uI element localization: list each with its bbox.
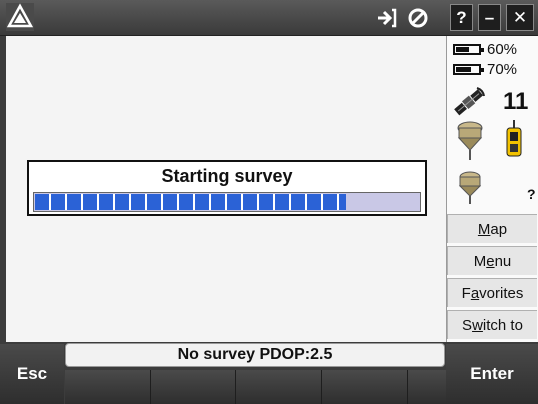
go-to-icon[interactable] — [372, 4, 402, 31]
softkey-2[interactable] — [149, 370, 236, 404]
map-button[interactable]: Map — [447, 214, 537, 243]
gnss-receiver-icon[interactable] — [459, 170, 481, 204]
label-post: itch to — [482, 316, 523, 334]
favorites-button[interactable]: Fa vorites — [447, 278, 537, 307]
switch-to-button[interactable]: Sw itch to — [447, 310, 537, 339]
progress-dialog: Starting survey — [27, 160, 427, 216]
function-keys — [65, 370, 446, 404]
progress-bar — [33, 192, 421, 212]
label-pre: M — [473, 252, 487, 270]
battery-1-percent: 60% — [487, 40, 518, 58]
progress-fill — [35, 194, 346, 210]
status-panel: 60% 70% 11 ? M ap M e nu F a vorites S w… — [447, 36, 538, 342]
trimble-access-window: ? – ✕ Starting survey 60% 70% 11 ? M ap … — [0, 0, 538, 404]
label-accel: e — [486, 252, 495, 270]
main-content: Starting survey — [6, 36, 447, 342]
battery-2-percent: 70% — [487, 60, 518, 78]
label-pre: F — [461, 284, 471, 302]
satellite-icon — [454, 87, 485, 116]
unknown-status-indicator: ? — [527, 186, 536, 202]
cancel-icon[interactable] — [404, 4, 432, 31]
label-post: vorites — [479, 284, 524, 302]
satellite-status[interactable]: 11 — [451, 86, 535, 118]
label-accel: w — [472, 316, 483, 334]
battery-level — [456, 46, 469, 52]
softkey-3[interactable] — [235, 370, 322, 404]
esc-button[interactable]: Esc — [0, 344, 64, 404]
label-accel: a — [470, 284, 480, 302]
softkey-1[interactable] — [65, 370, 150, 404]
softkey-4[interactable] — [321, 370, 407, 404]
survey-status-line: No survey PDOP:2.5 — [65, 343, 445, 367]
battery-icon — [453, 43, 484, 55]
battery-level — [456, 66, 471, 72]
label-post: nu — [494, 252, 512, 270]
title-bar: ? – ✕ — [0, 0, 538, 36]
label-post: ap — [490, 220, 508, 238]
controller-device-icon[interactable] — [505, 120, 523, 158]
close-button[interactable]: ✕ — [506, 4, 534, 31]
help-button[interactable]: ? — [450, 4, 473, 31]
label-pre: S — [462, 316, 473, 334]
enter-button[interactable]: Enter — [446, 344, 538, 404]
satellite-count: 11 — [503, 88, 529, 115]
gnss-receiver-icon[interactable] — [457, 120, 483, 160]
battery-icon — [453, 63, 484, 75]
minimize-button[interactable]: – — [478, 4, 501, 31]
menu-button[interactable]: Me nu — [447, 246, 537, 275]
softkey-5[interactable] — [406, 370, 446, 404]
battery-2-row[interactable]: 70% — [453, 60, 537, 78]
battery-1-row[interactable]: 60% — [453, 40, 537, 58]
label-accel: M — [477, 220, 491, 238]
dialog-title: Starting survey — [161, 166, 293, 186]
trimble-logo-icon[interactable] — [6, 3, 34, 31]
